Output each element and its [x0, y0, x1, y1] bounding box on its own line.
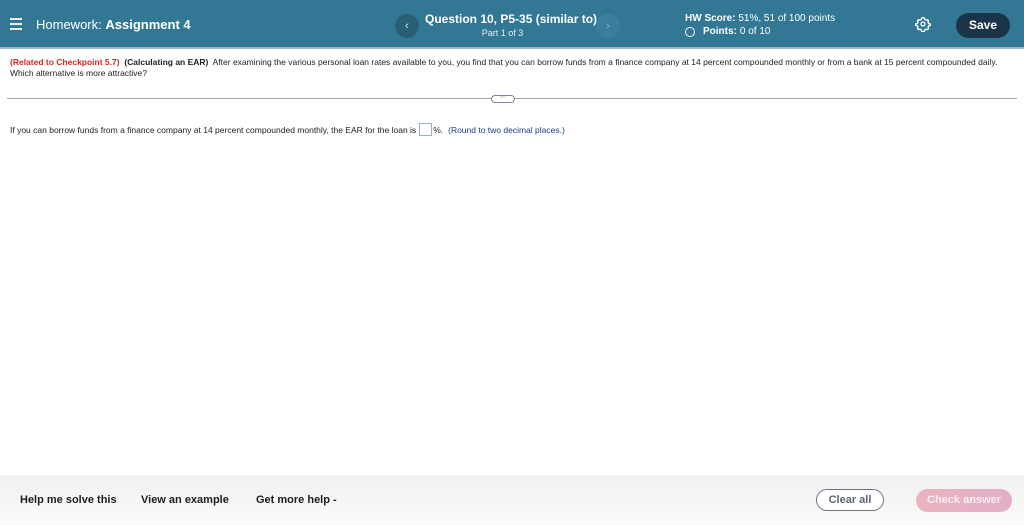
expand-button[interactable]: ⋯ [491, 95, 515, 103]
homework-prefix: Homework: [36, 17, 102, 32]
points-label: Points: [703, 26, 737, 37]
save-button[interactable]: Save [956, 13, 1010, 38]
problem-topic: (Calculating an EAR) [124, 57, 209, 67]
clear-all-button[interactable]: Clear all [816, 489, 884, 511]
points-value: 0 of 10 [739, 26, 771, 37]
hw-score-value: 51%, 51 of 100 points [738, 13, 836, 24]
assignment-name: Assignment 4 [105, 17, 191, 32]
question-prefix: If you can borrow funds from a finance c… [10, 124, 417, 135]
help-me-solve-button[interactable]: Help me solve this [20, 494, 117, 506]
homework-title: Homework: Assignment 4 [36, 17, 191, 32]
question-title: Question 10, P5-35 (similar to) [425, 12, 598, 26]
view-example-button[interactable]: View an example [141, 494, 229, 506]
gear-icon[interactable] [915, 16, 931, 32]
ear-answer-input[interactable] [419, 123, 433, 136]
problem-statement: (Related to Checkpoint 5.7) (Calculating… [10, 57, 1015, 79]
hw-score-label: HW Score: [685, 13, 736, 24]
next-question-button[interactable]: › [596, 14, 620, 38]
top-bar: Homework: Assignment 4 ‹ Question 10, P5… [0, 0, 1024, 49]
status-circle-icon [685, 26, 695, 37]
rounding-hint: (Round to two decimal places.) [448, 124, 565, 135]
hamburger-menu-icon[interactable] [10, 18, 22, 30]
get-more-help-button[interactable]: Get more help - [256, 494, 337, 506]
related-checkpoint: (Related to Checkpoint 5.7) [10, 57, 120, 67]
question-part: Part 1 of 3 [481, 28, 524, 38]
question-line: If you can borrow funds from a finance c… [10, 123, 565, 136]
question-points: Points: 0 of 10 [685, 26, 770, 37]
check-answer-button[interactable]: Check answer [916, 489, 1012, 512]
question-suffix: %. [433, 124, 444, 135]
footer-bar: Help me solve this View an example Get m… [0, 475, 1024, 525]
hw-score: HW Score: 51%, 51 of 100 points [685, 13, 835, 24]
previous-question-button[interactable]: ‹ [395, 14, 419, 38]
